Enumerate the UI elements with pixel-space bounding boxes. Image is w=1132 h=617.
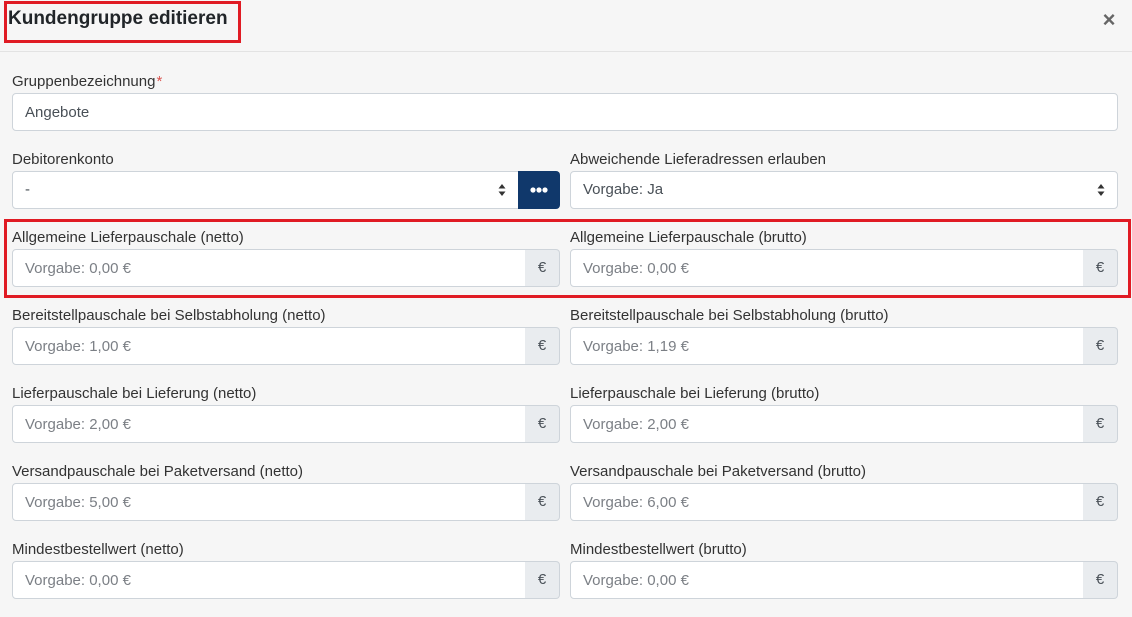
general-delivery-netto-label: Allgemeine Lieferpauschale (netto) (12, 229, 244, 246)
euro-addon: € (1083, 327, 1118, 365)
debitor-select[interactable]: - (12, 171, 519, 209)
pickup-fee-netto-label: Bereitstellpauschale bei Selbstabholung … (12, 307, 326, 324)
modal-body: Gruppenbezeichnung* Debitorenkonto - Abw… (0, 53, 1132, 617)
euro-addon: € (525, 327, 560, 365)
pickup-fee-brutto-label: Bereitstellpauschale bei Selbstabholung … (570, 307, 889, 324)
select-arrows-icon (498, 184, 506, 196)
shipping-fee-netto-label: Versandpauschale bei Paketversand (netto… (12, 463, 304, 480)
general-delivery-brutto-label: Allgemeine Lieferpauschale (brutto) (570, 229, 807, 246)
shipping-fee-brutto-label: Versandpauschale bei Paketversand (brutt… (570, 463, 867, 480)
modal-header: Kundengruppe editieren × (0, 0, 1132, 52)
modal-title: Kundengruppe editieren (8, 8, 228, 29)
delivery-fee-brutto-input[interactable] (570, 405, 1084, 443)
dots-icon (530, 187, 548, 193)
group-name-input[interactable] (12, 93, 1118, 131)
delivery-fee-netto-label: Lieferpauschale bei Lieferung (netto) (12, 385, 257, 402)
debitor-select-value: - (25, 181, 30, 198)
min-order-netto-input[interactable] (12, 561, 526, 599)
alt-delivery-label: Abweichende Lieferadressen erlauben (570, 151, 827, 168)
general-delivery-netto-input[interactable] (12, 249, 526, 287)
group-name-label-text: Gruppenbezeichnung (12, 73, 156, 90)
debitor-label: Debitorenkonto (12, 151, 114, 168)
delivery-fee-brutto-label: Lieferpauschale bei Lieferung (brutto) (570, 385, 820, 402)
euro-addon: € (525, 561, 560, 599)
delivery-fee-netto-input[interactable] (12, 405, 526, 443)
euro-addon: € (1083, 483, 1118, 521)
debitor-lookup-button[interactable] (518, 171, 560, 209)
shipping-fee-netto-input[interactable] (12, 483, 526, 521)
euro-addon: € (1083, 405, 1118, 443)
alt-delivery-select[interactable]: Vorgabe: Ja (570, 171, 1118, 209)
group-name-label: Gruppenbezeichnung* (12, 73, 162, 90)
close-icon[interactable]: × (1097, 8, 1121, 32)
required-mark: * (156, 73, 163, 90)
min-order-netto-label: Mindestbestellwert (netto) (12, 541, 184, 558)
euro-addon: € (1083, 561, 1118, 599)
general-delivery-brutto-input[interactable] (570, 249, 1084, 287)
euro-addon: € (1083, 249, 1118, 287)
pickup-fee-brutto-input[interactable] (570, 327, 1084, 365)
alt-delivery-select-value: Vorgabe: Ja (583, 181, 664, 198)
min-order-brutto-input[interactable] (570, 561, 1084, 599)
select-arrows-icon (1097, 184, 1105, 196)
shipping-fee-brutto-input[interactable] (570, 483, 1084, 521)
euro-addon: € (525, 249, 560, 287)
pickup-fee-netto-input[interactable] (12, 327, 526, 365)
euro-addon: € (525, 483, 560, 521)
euro-addon: € (525, 405, 560, 443)
min-order-brutto-label: Mindestbestellwert (brutto) (570, 541, 747, 558)
